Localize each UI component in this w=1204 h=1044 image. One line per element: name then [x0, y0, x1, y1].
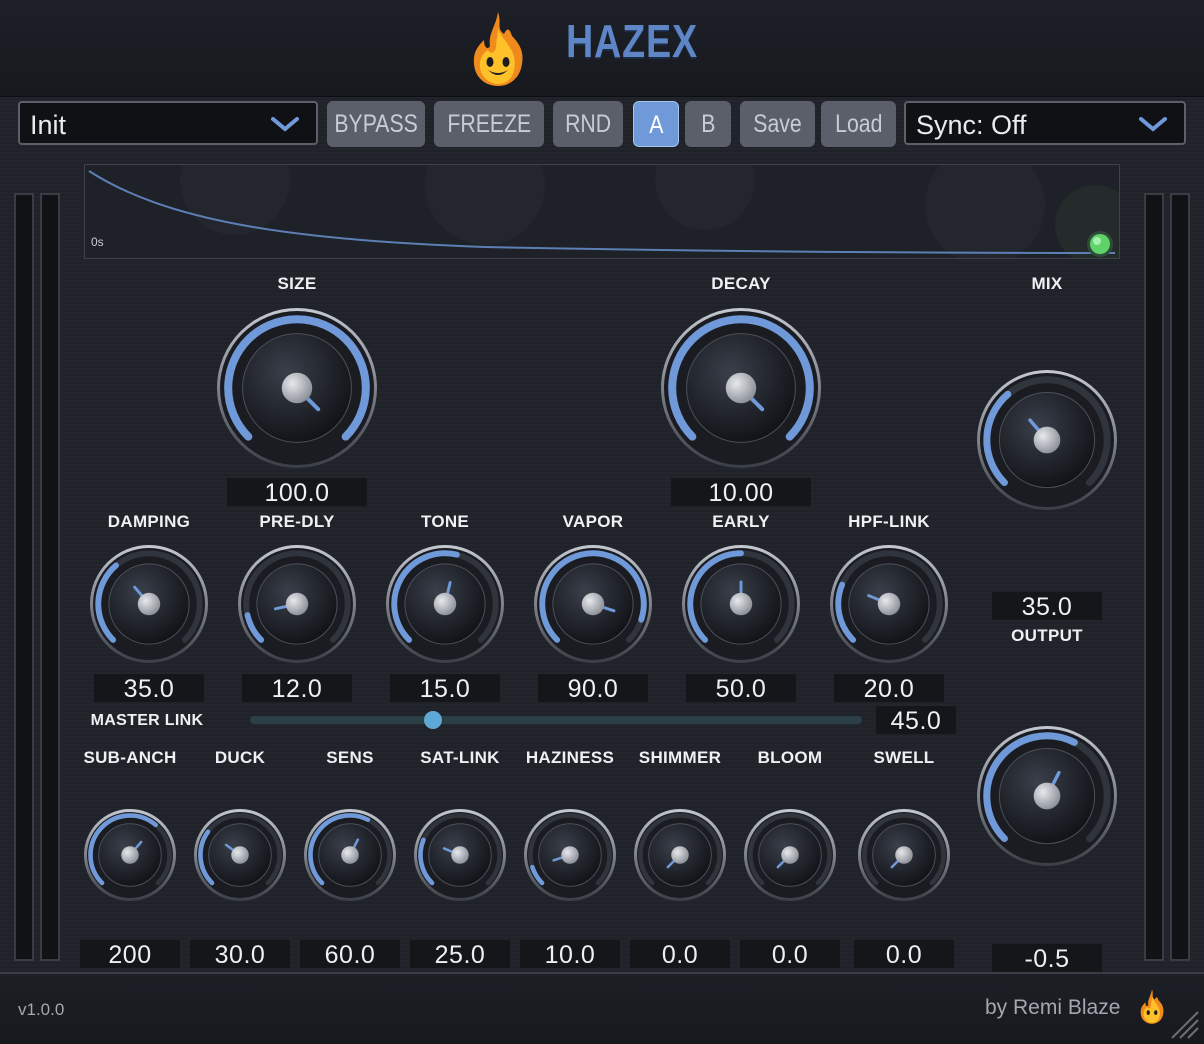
flame-logo-icon [473, 12, 523, 86]
preset-dropdown[interactable]: Init [18, 101, 318, 145]
app-title: HAZEX [566, 15, 698, 67]
input-meter-left [14, 193, 34, 961]
output-value[interactable]: -0.5 [992, 944, 1102, 973]
freeze-button-label: FREEZE [447, 110, 531, 138]
tone-knob[interactable] [380, 539, 510, 669]
sat-link-knob[interactable] [408, 803, 512, 907]
early-knob[interactable] [676, 539, 806, 669]
swell-label: SWELL [873, 748, 935, 767]
sub-anch-label: SUB-ANCH [83, 748, 177, 767]
sens-value[interactable]: 60.0 [300, 940, 400, 969]
sat-link-label: SAT-LINK [420, 748, 500, 767]
haziness-value[interactable]: 10.0 [520, 940, 620, 969]
duck-value[interactable]: 30.0 [190, 940, 290, 969]
master-link-slider[interactable] [250, 716, 862, 724]
hpf-link-knob[interactable] [824, 539, 954, 669]
preset-value: Init [30, 110, 67, 140]
load-button[interactable]: Load [821, 101, 896, 147]
byline: by Remi Blaze [985, 996, 1121, 1019]
shimmer-knob[interactable] [628, 803, 732, 907]
decay-value[interactable]: 10.00 [671, 478, 811, 507]
freeze-button[interactable]: FREEZE [434, 101, 544, 147]
save-button-label: Save [753, 110, 802, 138]
flame-small-icon [1140, 989, 1164, 1024]
output-meter-right [1170, 193, 1190, 961]
a-button-label: A [648, 111, 664, 139]
input-meter-right [40, 193, 60, 961]
size-label: SIZE [277, 274, 317, 293]
rnd-button[interactable]: RND [553, 101, 623, 147]
size-knob[interactable] [211, 302, 383, 474]
output-meter-left [1144, 193, 1164, 961]
sub-anch-value[interactable]: 200 [80, 940, 180, 969]
envelope-graph [88, 165, 1119, 258]
resize-grip-icon[interactable] [1168, 1008, 1200, 1040]
size-value[interactable]: 100.0 [227, 478, 367, 507]
load-button-label: Load [834, 110, 883, 138]
bloom-label: BLOOM [757, 748, 823, 767]
early-value[interactable]: 50.0 [686, 674, 796, 703]
chevron-down-icon [271, 117, 299, 132]
vapor-label: VAPOR [562, 512, 624, 531]
mix-label: MIX [1031, 274, 1063, 293]
tone-label: TONE [420, 512, 470, 531]
mix-value[interactable]: 35.0 [992, 592, 1102, 621]
time-label: 0s [91, 235, 104, 249]
swell-knob[interactable] [852, 803, 956, 907]
chevron-down-icon [1139, 117, 1167, 132]
envelope-handle-led[interactable] [1085, 229, 1115, 259]
haziness-label: HAZINESS [525, 748, 615, 767]
bloom-knob[interactable] [738, 803, 842, 907]
save-button[interactable]: Save [740, 101, 815, 147]
shimmer-label: SHIMMER [638, 748, 722, 767]
bypass-button[interactable]: BYPASS [327, 101, 425, 147]
pre-dly-label: PRE-DLY [259, 512, 335, 531]
tone-value[interactable]: 15.0 [390, 674, 500, 703]
output-label: OUTPUT [1011, 626, 1083, 645]
b-button-label: B [700, 110, 716, 138]
sub-anch-knob[interactable] [78, 803, 182, 907]
decay-label: DECAY [711, 274, 771, 293]
early-label: EARLY [712, 512, 770, 531]
rnd-button-label: RND [564, 110, 612, 138]
damping-label: DAMPING [107, 512, 191, 531]
swell-value[interactable]: 0.0 [854, 940, 954, 969]
bypass-button-label: BYPASS [334, 110, 418, 138]
sens-label: SENS [326, 748, 374, 767]
hpf-link-label: HPF-LINK [848, 512, 930, 531]
duck-knob[interactable] [188, 803, 292, 907]
sat-link-value[interactable]: 25.0 [410, 940, 510, 969]
master-link-label: MASTER LINK [90, 712, 204, 729]
mix-knob[interactable] [971, 364, 1123, 516]
footer: v1.0.0 by Remi Blaze [0, 972, 1204, 1044]
damping-value[interactable]: 35.0 [94, 674, 204, 703]
duck-label: DUCK [214, 748, 266, 767]
damping-knob[interactable] [84, 539, 214, 669]
hpf-link-value[interactable]: 20.0 [834, 674, 944, 703]
master-link-thumb[interactable] [424, 711, 442, 729]
a-button[interactable]: A [633, 101, 679, 147]
output-knob[interactable] [971, 720, 1123, 872]
decay-envelope-display[interactable]: 0s [84, 164, 1120, 259]
version-label: v1.0.0 [18, 1000, 65, 1019]
haziness-knob[interactable] [518, 803, 622, 907]
sens-knob[interactable] [298, 803, 402, 907]
master-link-value[interactable]: 45.0 [876, 706, 956, 735]
decay-knob[interactable] [655, 302, 827, 474]
bloom-value[interactable]: 0.0 [740, 940, 840, 969]
sync-dropdown[interactable]: Sync: Off [904, 101, 1186, 145]
vapor-value[interactable]: 90.0 [538, 674, 648, 703]
b-button[interactable]: B [685, 101, 731, 147]
pre-dly-knob[interactable] [232, 539, 362, 669]
sync-value: Sync: Off [916, 110, 1027, 140]
shimmer-value[interactable]: 0.0 [630, 940, 730, 969]
header: HAZEX [0, 0, 1204, 97]
pre-dly-value[interactable]: 12.0 [242, 674, 352, 703]
vapor-knob[interactable] [528, 539, 658, 669]
